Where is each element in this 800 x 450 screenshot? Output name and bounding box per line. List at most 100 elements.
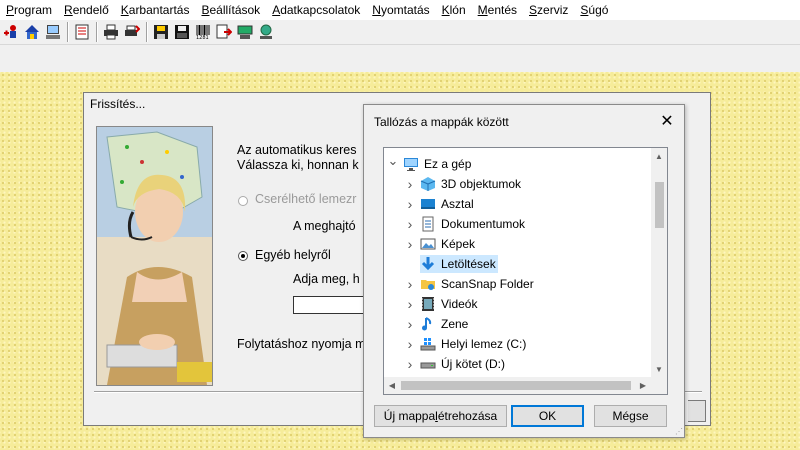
menu-s-g-[interactable]: Súgó <box>574 0 614 20</box>
scroll-down-icon[interactable]: ▼ <box>651 361 667 377</box>
dialog-title: Frissítés... <box>90 97 146 111</box>
menu-be-ll-t-sok[interactable]: Beállítások <box>195 0 266 20</box>
continue-text: Folytatáshoz nyomja m <box>237 337 366 351</box>
toolbar-separator <box>67 22 69 42</box>
tree-item-pc[interactable]: ⌄ Ez a gép <box>384 153 651 174</box>
tree-item-label: Képek <box>441 237 476 251</box>
chevron-right-icon[interactable]: › <box>405 336 415 352</box>
horizontal-scrollbar[interactable]: ◀ ▶ <box>384 377 651 394</box>
toolbar-separator <box>96 22 98 42</box>
floppy-icon[interactable] <box>173 23 191 41</box>
pc-icon <box>403 156 419 172</box>
menu-rendel-[interactable]: Rendelő <box>58 0 115 20</box>
vertical-scrollbar[interactable]: ▲ ▼ <box>651 148 667 377</box>
ok-button[interactable]: OK <box>511 405 584 427</box>
person-add-icon[interactable] <box>2 23 20 41</box>
tree-item-3d-objects[interactable]: › 3D objektumok <box>384 174 651 194</box>
import-icon[interactable] <box>215 23 233 41</box>
chevron-right-icon[interactable]: › <box>405 316 415 332</box>
network-icon[interactable] <box>257 23 275 41</box>
documents-icon <box>420 216 436 232</box>
browse-dialog-title: Tallózás a mappák között <box>374 115 509 129</box>
downloads-icon <box>420 256 436 272</box>
tree-item-videos[interactable]: › Videók <box>384 294 651 314</box>
tree-item-label: Ez a gép <box>424 157 472 171</box>
resize-grip-icon[interactable]: ⋰ <box>675 427 683 436</box>
tree-item-label: Dokumentumok <box>441 217 526 231</box>
chevron-right-icon[interactable]: › <box>405 296 415 312</box>
menu-kl-n[interactable]: Klón <box>436 0 472 20</box>
scroll-corner <box>651 377 667 394</box>
scroll-left-icon[interactable]: ◀ <box>384 377 400 393</box>
radio-removable[interactable] <box>238 196 248 206</box>
radio-other-location[interactable] <box>238 251 248 261</box>
intro-line-2: Válassza ki, honnan k <box>237 158 359 172</box>
tree-item-label: Letöltések <box>441 257 496 271</box>
pictures-icon <box>420 236 436 252</box>
menu-ment-s[interactable]: Mentés <box>472 0 523 20</box>
path-prompt: Adja meg, h <box>293 272 360 286</box>
tree-item-drive[interactable]: › Új kötet (D:) <box>384 354 651 374</box>
barcode-icon[interactable]: 1281 <box>194 23 212 41</box>
chevron-right-icon[interactable]: › <box>405 176 415 192</box>
device-icon[interactable] <box>236 23 254 41</box>
option-removable-label: Cserélhető lemezr <box>255 192 357 206</box>
path-input[interactable] <box>293 296 373 314</box>
dialog-button-edge[interactable] <box>688 400 706 422</box>
tree-item-pictures[interactable]: › Képek <box>384 234 651 254</box>
toolbar: 1281 <box>0 20 800 44</box>
tree-item-windows-drive[interactable]: › Helyi lemez (C:) <box>384 334 651 354</box>
music-icon <box>420 316 436 332</box>
drive-icon <box>420 356 436 372</box>
3d-objects-icon <box>420 176 436 192</box>
tree-item-desktop[interactable]: › Asztal <box>384 194 651 214</box>
drive-label: A meghajtó <box>293 219 356 233</box>
tree-item-label: Helyi lemez (C:) <box>441 337 527 351</box>
tree-item-label: Asztal <box>441 197 474 211</box>
menu-program[interactable]: Program <box>0 0 58 20</box>
chevron-right-icon[interactable]: › <box>405 196 415 212</box>
vertical-scroll-thumb[interactable] <box>655 182 664 228</box>
assistant-photo <box>96 126 213 386</box>
scroll-up-icon[interactable]: ▲ <box>651 148 667 164</box>
tree-item-label: Új kötet (D:) <box>441 357 506 371</box>
save-icon[interactable] <box>152 23 170 41</box>
document-icon[interactable] <box>73 23 91 41</box>
browse-folder-dialog: Tallózás a mappák között ✕ ⌄ Ez a gép › 3D … <box>363 104 685 438</box>
horizontal-scroll-thumb[interactable] <box>401 381 631 390</box>
computer-icon[interactable] <box>44 23 62 41</box>
home-icon[interactable] <box>23 23 41 41</box>
print-queue-icon[interactable] <box>123 23 141 41</box>
menu-szerviz[interactable]: Szerviz <box>523 0 574 20</box>
tree-item-label: Zene <box>441 317 469 331</box>
cancel-button[interactable]: Mégse <box>594 405 667 427</box>
intro-line-1: Az automatikus keres <box>237 143 357 157</box>
folder-tree[interactable]: ⌄ Ez a gép › 3D objektumok › Asztal › Dokumentu… <box>383 147 668 395</box>
menu-bar: Program Rendelő Karbantartás Beállítások Ada… <box>0 0 800 20</box>
windows-drive-icon <box>420 336 436 352</box>
folder-tree-rows: ⌄ Ez a gép › 3D objektumok › Asztal › Dokumentu… <box>384 148 651 377</box>
tree-item-documents[interactable]: › Dokumentumok <box>384 214 651 234</box>
videos-icon <box>420 296 436 312</box>
secondary-toolbar-strip <box>0 44 800 73</box>
chevron-right-icon[interactable]: › <box>405 216 415 232</box>
menu-karbantart-s[interactable]: Karbantartás <box>115 0 196 20</box>
printer-icon[interactable] <box>102 23 120 41</box>
close-icon[interactable]: ✕ <box>654 109 680 133</box>
chevron-right-icon[interactable]: › <box>405 276 415 292</box>
menu-adatkapcsolatok[interactable]: Adatkapcsolatok <box>266 0 366 20</box>
tree-item-music[interactable]: › Zene <box>384 314 651 334</box>
chevron-right-icon[interactable]: › <box>405 356 415 372</box>
menu-nyomtat-s[interactable]: Nyomtatás <box>366 0 435 20</box>
toolbar-separator <box>146 22 148 42</box>
chevron-down-icon[interactable]: ⌄ <box>388 153 399 168</box>
option-other-label: Egyéb helyről <box>255 248 331 262</box>
tree-item-label: ScanSnap Folder <box>441 277 534 291</box>
svg-text:1281: 1281 <box>196 35 209 40</box>
chevron-right-icon[interactable]: › <box>405 236 415 252</box>
new-folder-button[interactable]: Új mappa l étrehozása <box>374 405 507 427</box>
tree-item-downloads[interactable]: Letöltések <box>384 254 651 274</box>
tree-item-scansnap-folder[interactable]: › ScanSnap Folder <box>384 274 651 294</box>
scroll-right-icon[interactable]: ▶ <box>635 377 651 393</box>
